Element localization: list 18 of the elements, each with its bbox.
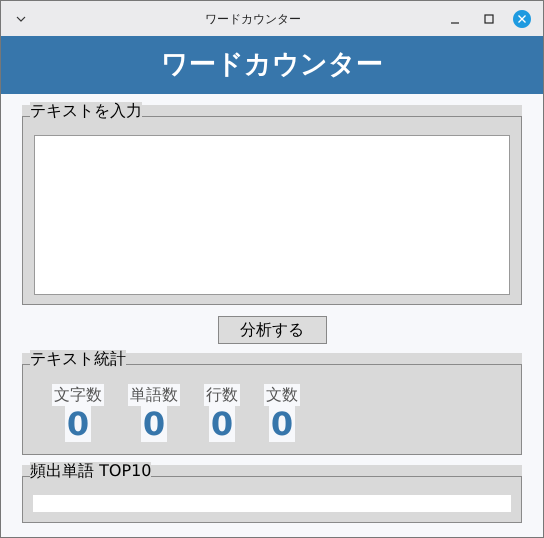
chevron-down-icon[interactable] [16,16,26,22]
stat-value: 0 [208,406,236,442]
window-title: ワードカウンター [204,10,302,28]
app-title: ワードカウンター [161,48,383,82]
stat-value: 0 [140,406,168,442]
group-label: テキストを入力 [30,102,142,120]
stat-label: 単語数 [128,384,180,406]
close-icon[interactable] [513,10,531,28]
stat-label: 行数 [204,384,240,406]
stat-value: 0 [64,406,92,442]
stat-label: 文数 [264,384,300,406]
maximize-icon[interactable] [484,14,494,24]
group-label: テキスト統計 [30,350,126,368]
stat-value: 0 [268,406,296,442]
text-input-field[interactable] [34,135,510,295]
group-label: 頻出単語 TOP10 [30,462,152,480]
analyze-button[interactable]: 分析する [218,316,326,344]
stat-label: 文字数 [52,384,104,406]
